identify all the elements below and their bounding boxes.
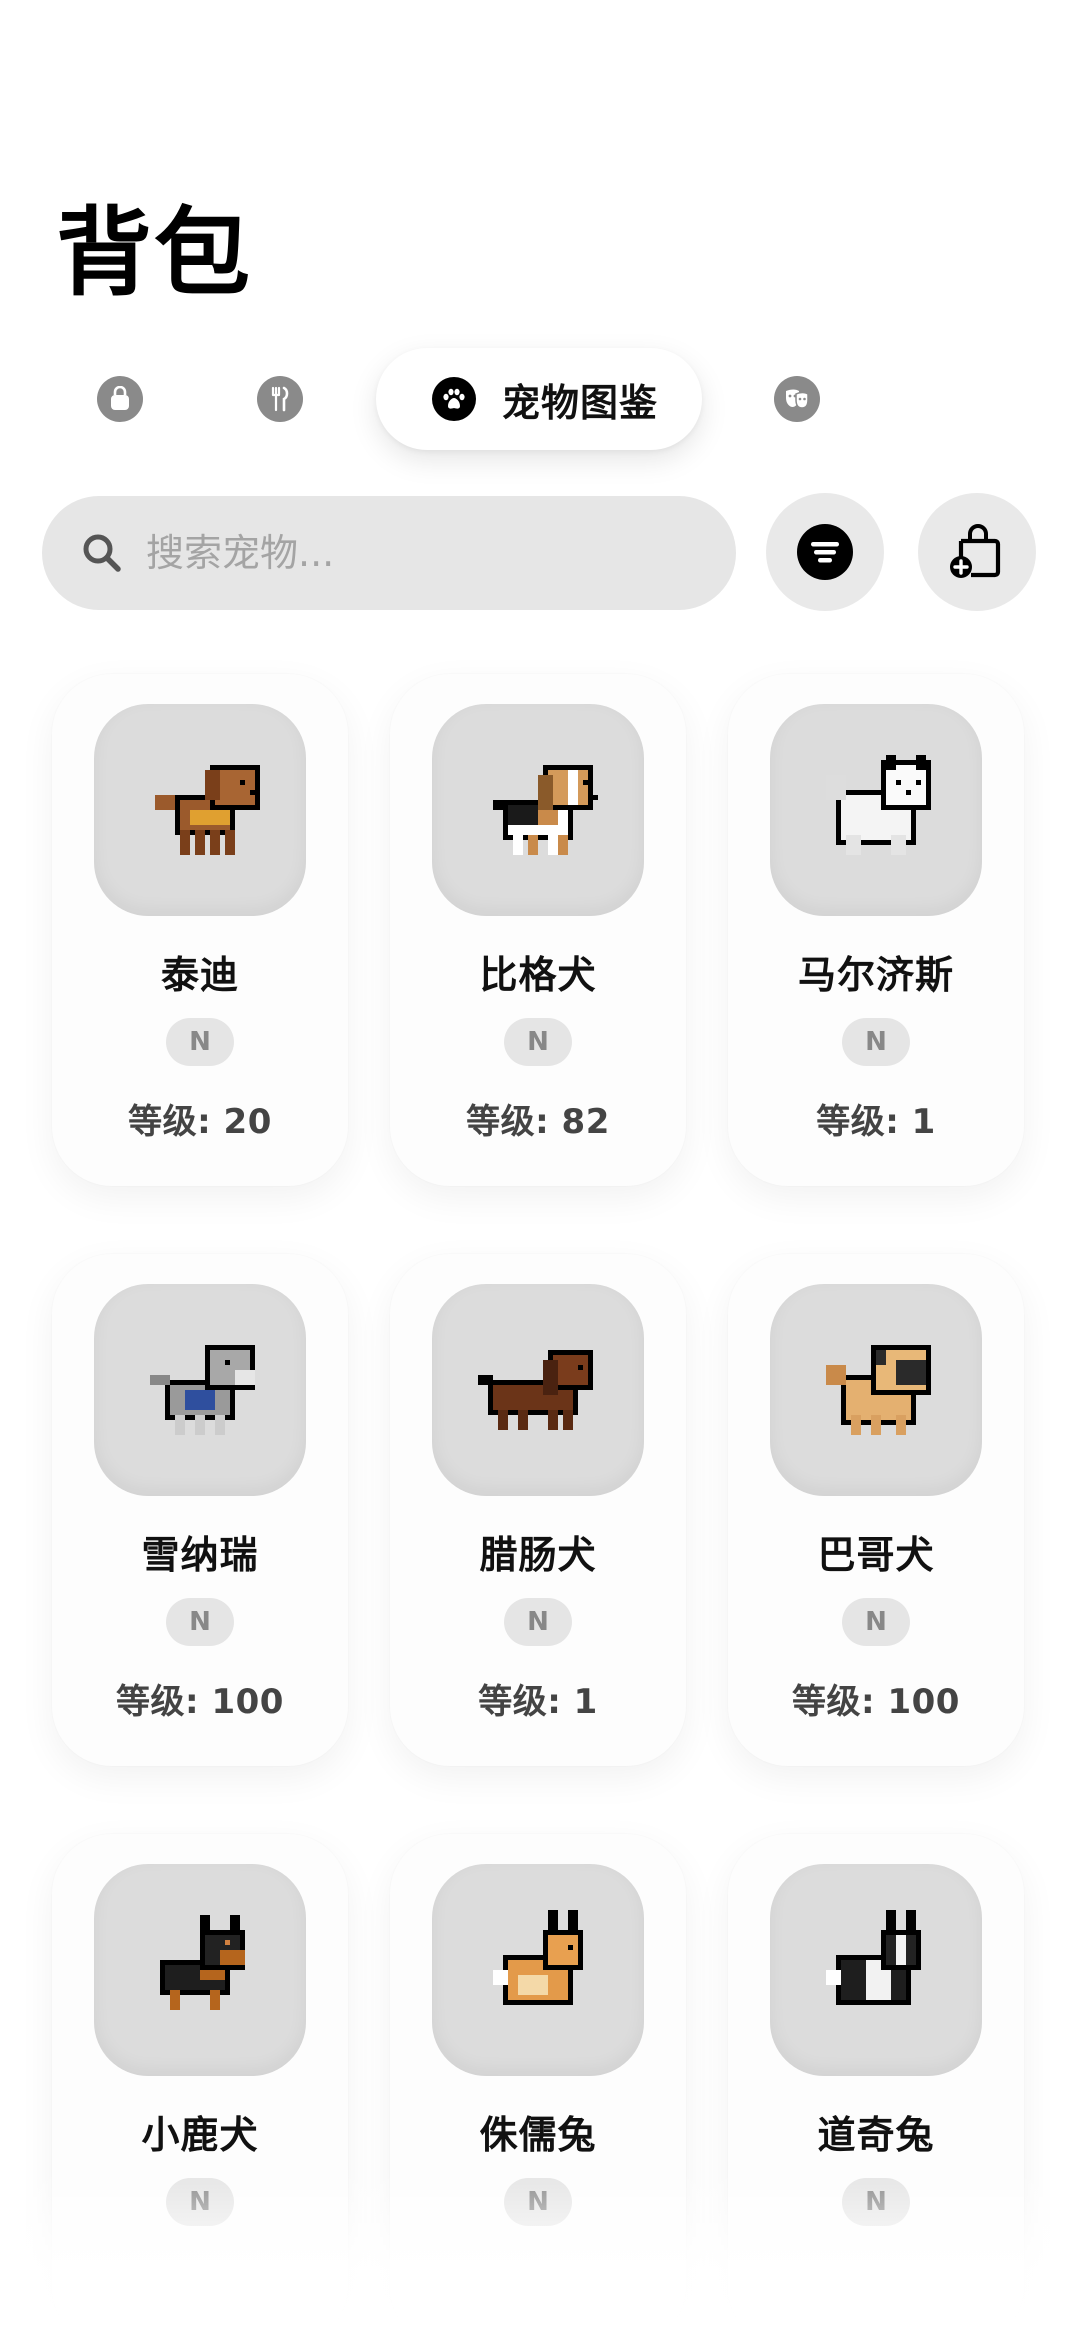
pet-level: 等级: 100 [116, 1682, 284, 1722]
pug-dog-sprite-icon [801, 1330, 951, 1450]
dwarf-rabbit-sprite-icon [463, 1910, 613, 2030]
pet-level: 等级: 1 [478, 1682, 598, 1722]
pet-card[interactable]: 泰迪 N 等级: 20 [52, 674, 348, 1186]
pet-card[interactable]: 比格犬 N 等级: 82 [390, 674, 686, 1186]
pet-name: 马尔济斯 [797, 953, 954, 997]
pet-thumbnail [770, 1864, 982, 2076]
rarity-badge: N [504, 1018, 572, 1066]
pet-level: 等级: 82 [466, 1102, 610, 1142]
tab-label: 宠物图鉴 [502, 380, 659, 425]
pet-name: 泰迪 [160, 953, 239, 997]
shopping-bag-icon [108, 386, 132, 412]
pet-name: 比格犬 [479, 953, 597, 997]
pet-level: 等级: 1 [816, 1102, 936, 1142]
tab-bag[interactable] [97, 376, 143, 422]
pet-card[interactable]: 马尔济斯 N 等级: 1 [728, 674, 1024, 1186]
pet-name: 小鹿犬 [141, 2113, 259, 2157]
search-bar[interactable] [42, 496, 736, 610]
pet-bag-screen: 背包 宠物图鉴 搜索宠物... 泰迪 N 等级: 20 比格犬 N 等级: 82… [0, 0, 1080, 2348]
pet-card[interactable]: 巴哥犬 N 等级: 100 [728, 1254, 1024, 1766]
pet-card[interactable]: 雪纳瑞 N 等级: 100 [52, 1254, 348, 1766]
rarity-badge: N [504, 2178, 572, 2226]
min-pin-dog-sprite-icon [125, 1910, 275, 2030]
rarity-badge: N [842, 1598, 910, 1646]
rarity-badge: N [166, 2178, 234, 2226]
dachshund-dog-sprite-icon [463, 1330, 613, 1450]
rarity-badge: N [166, 1598, 234, 1646]
schnauzer-dog-sprite-icon [125, 1330, 275, 1450]
maltese-dog-sprite-icon [801, 750, 951, 870]
pet-name: 道奇兔 [817, 2113, 935, 2157]
pet-thumbnail [432, 1284, 644, 1496]
rarity-badge: N [842, 1018, 910, 1066]
pet-card[interactable]: 道奇兔 N [728, 1834, 1024, 2346]
filter-button[interactable] [766, 493, 884, 611]
fork-knife-icon [268, 386, 292, 412]
teddy-dog-sprite-icon [125, 750, 275, 870]
filter-lines-icon [796, 523, 854, 581]
pet-level: 等级: 100 [792, 1682, 960, 1722]
add-to-bag-button[interactable] [918, 493, 1036, 611]
pet-name: 腊肠犬 [479, 1533, 597, 1577]
pet-thumbnail [432, 704, 644, 916]
pet-name: 雪纳瑞 [141, 1533, 259, 1577]
rarity-badge: N [166, 1018, 234, 1066]
beagle-dog-sprite-icon [463, 750, 613, 870]
pet-card[interactable]: 小鹿犬 N [52, 1834, 348, 2346]
pet-thumbnail [94, 1284, 306, 1496]
pet-name: 巴哥犬 [817, 1533, 935, 1577]
category-tabs: 宠物图鉴 [0, 348, 1080, 452]
tab-pet-encyclopedia[interactable]: 宠物图鉴 [376, 348, 702, 450]
tab-costume[interactable] [774, 376, 820, 422]
search-input[interactable] [146, 531, 706, 575]
theater-masks-icon [783, 386, 811, 412]
pet-thumbnail [770, 704, 982, 916]
page-title: 背包 [56, 197, 252, 309]
pet-thumbnail [432, 1864, 644, 2076]
tab-food[interactable] [257, 376, 303, 422]
search-icon [80, 531, 124, 575]
rarity-badge: N [842, 2178, 910, 2226]
pet-thumbnail [94, 704, 306, 916]
rarity-badge: N [504, 1598, 572, 1646]
pet-thumbnail [94, 1864, 306, 2076]
pet-level: 等级: 20 [128, 1102, 272, 1142]
bag-add-icon [946, 521, 1008, 583]
pet-name: 侏儒兔 [479, 2113, 597, 2157]
pet-thumbnail [770, 1284, 982, 1496]
pet-card[interactable]: 腊肠犬 N 等级: 1 [390, 1254, 686, 1766]
dutch-rabbit-sprite-icon [801, 1910, 951, 2030]
paw-icon [432, 377, 476, 421]
pet-card[interactable]: 侏儒兔 N [390, 1834, 686, 2346]
